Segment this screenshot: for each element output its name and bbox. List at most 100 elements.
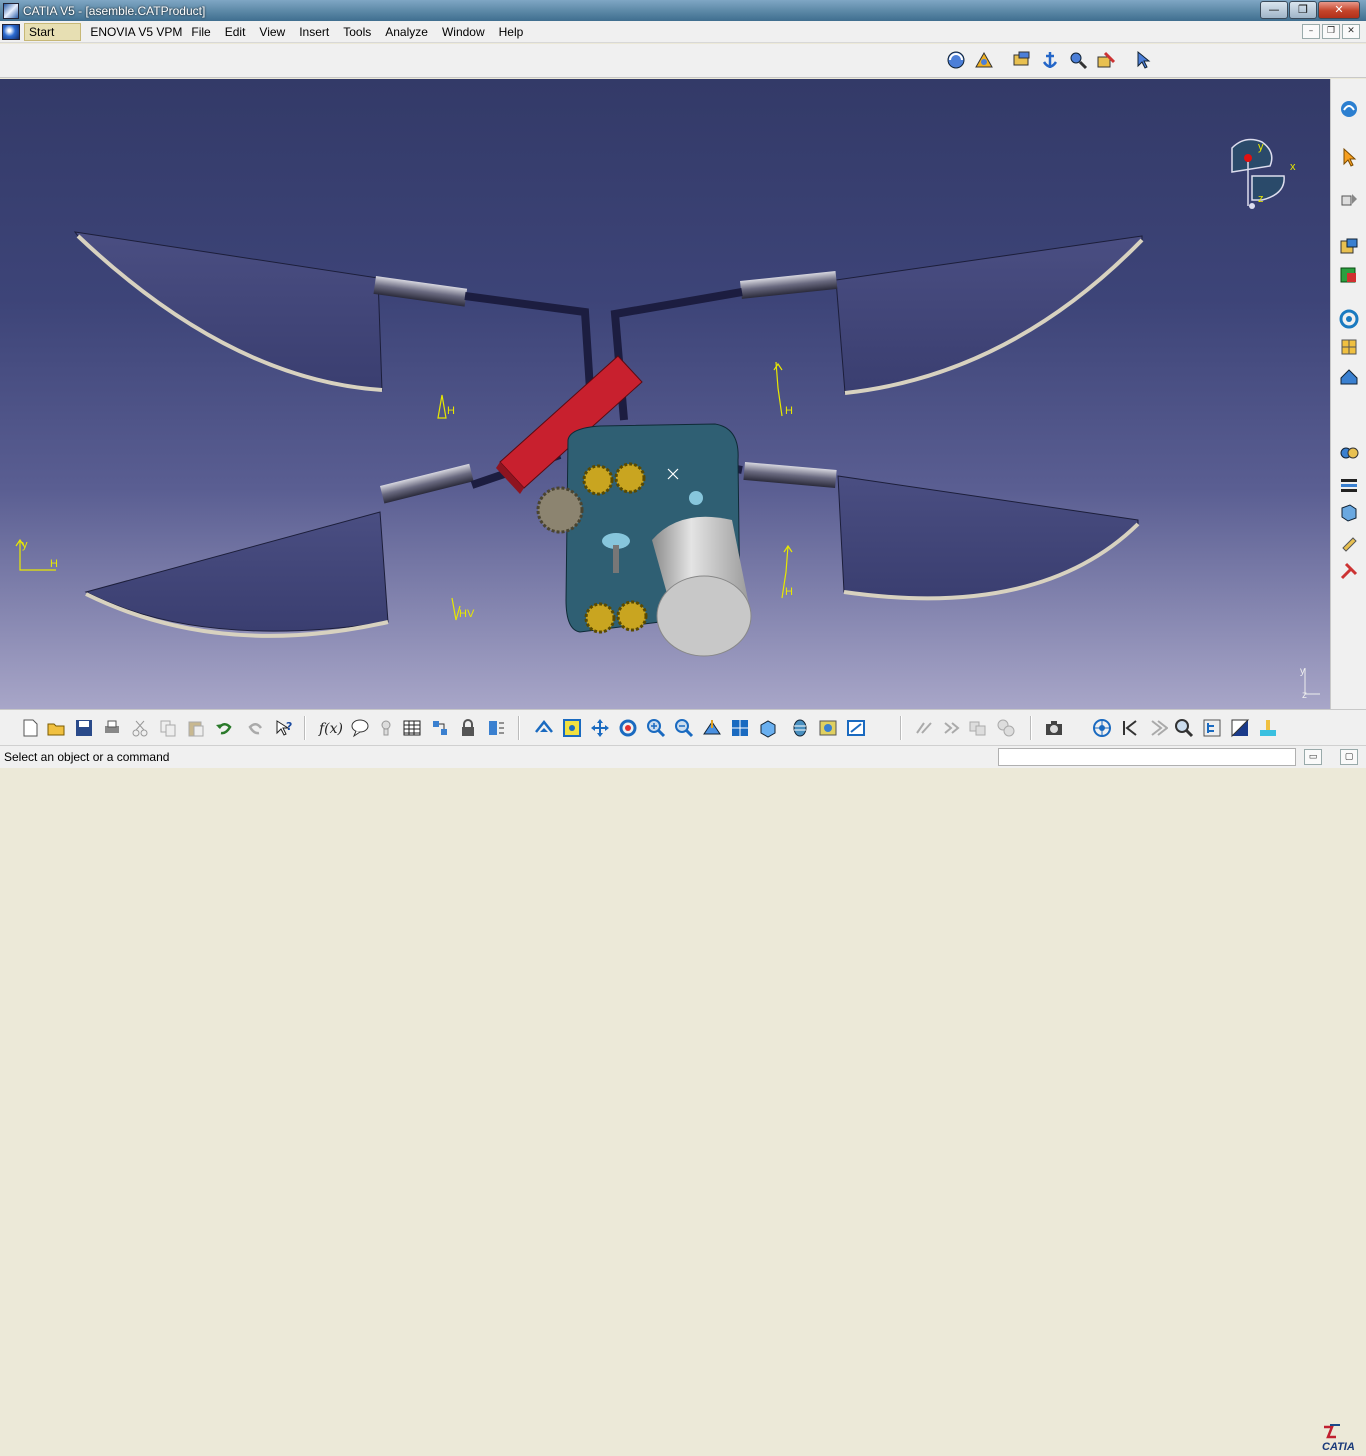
blade-upper-left xyxy=(73,231,468,392)
doc-close-button[interactable]: ✕ xyxy=(1342,24,1360,39)
gearbox-housing xyxy=(536,423,752,657)
existing-component-icon[interactable] xyxy=(1337,365,1361,389)
close-button[interactable]: ✕ xyxy=(1318,1,1360,19)
document-icon[interactable] xyxy=(2,23,20,40)
restore-button[interactable]: ❐ xyxy=(1289,1,1317,19)
product-structure-icon[interactable] xyxy=(1010,48,1034,72)
menu-insert[interactable]: Insert xyxy=(292,23,336,41)
svg-text:y: y xyxy=(1300,666,1305,677)
svg-text:H: H xyxy=(447,405,455,417)
explode-icon[interactable] xyxy=(1337,189,1361,213)
annotation-icon[interactable] xyxy=(1337,531,1361,555)
svg-text:CATIA: CATIA xyxy=(1322,1441,1355,1453)
analyze-icon[interactable] xyxy=(912,716,936,740)
menu-file[interactable]: File xyxy=(184,23,217,41)
table-icon[interactable] xyxy=(400,716,424,740)
window-title: CATIA V5 - [asemble.CATProduct] xyxy=(23,3,206,18)
menu-help[interactable]: Help xyxy=(492,23,531,41)
whats-this-icon[interactable]: ? xyxy=(272,716,296,740)
anchor-icon[interactable] xyxy=(1038,48,1062,72)
copy-icon[interactable] xyxy=(156,716,180,740)
status-maximize-button[interactable]: ▢ xyxy=(1340,749,1358,765)
color-icon[interactable] xyxy=(1228,716,1252,740)
measure-icon[interactable] xyxy=(1337,501,1361,525)
multi-view-icon[interactable] xyxy=(728,716,752,740)
iso-view-icon[interactable] xyxy=(756,716,780,740)
update-icon[interactable] xyxy=(484,716,508,740)
menu-edit[interactable]: Edit xyxy=(218,23,253,41)
doc-minimize-button[interactable]: – xyxy=(1302,24,1320,39)
reorder-icon[interactable] xyxy=(1337,307,1361,331)
select-icon[interactable] xyxy=(1132,48,1156,72)
normal-view-icon[interactable] xyxy=(700,716,724,740)
material-icon[interactable] xyxy=(1256,716,1280,740)
constraint-marker-4: HV xyxy=(451,597,475,621)
3d-assembly-scene[interactable]: H H H HV H y x y z y z xyxy=(0,79,1330,709)
hide-show-icon[interactable] xyxy=(816,716,840,740)
menu-window[interactable]: Window xyxy=(435,23,492,41)
next-icon[interactable] xyxy=(1146,716,1170,740)
previous-icon[interactable] xyxy=(1118,716,1142,740)
menu-tools[interactable]: Tools xyxy=(336,23,378,41)
fly-icon[interactable] xyxy=(972,48,996,72)
cut-icon[interactable] xyxy=(128,716,152,740)
axis-triad-bottom-right: y z xyxy=(1300,666,1320,701)
comment-icon[interactable] xyxy=(348,716,372,740)
product-icon[interactable] xyxy=(1337,335,1361,359)
lock-icon[interactable] xyxy=(456,716,480,740)
print-icon[interactable] xyxy=(100,716,124,740)
menu-view[interactable]: View xyxy=(252,23,292,41)
menu-analyze[interactable]: Analyze xyxy=(378,23,435,41)
manipulation-icon[interactable] xyxy=(1066,48,1090,72)
swap-space-icon[interactable] xyxy=(844,716,868,740)
doc-restore-button[interactable]: ❐ xyxy=(1322,24,1340,39)
section-icon[interactable] xyxy=(994,716,1018,740)
tools-icon[interactable] xyxy=(1337,559,1361,583)
catia-app-icon[interactable] xyxy=(3,2,19,19)
insert-component-icon[interactable] xyxy=(1337,235,1361,259)
menu-start[interactable]: Start xyxy=(24,22,82,41)
command-input[interactable] xyxy=(998,748,1296,766)
compass-icon[interactable]: x y z xyxy=(1231,138,1296,209)
select-arrow-icon[interactable] xyxy=(1337,145,1361,169)
paste-icon[interactable] xyxy=(184,716,208,740)
redo-icon[interactable] xyxy=(244,716,268,740)
pan-icon[interactable] xyxy=(588,716,612,740)
zoom-in-icon[interactable] xyxy=(644,716,668,740)
new-icon[interactable] xyxy=(18,716,42,740)
catalog-icon[interactable] xyxy=(1337,473,1361,497)
svg-text:z: z xyxy=(1258,193,1264,205)
knowledge-icon[interactable] xyxy=(374,716,398,740)
constraint-marker-1: H xyxy=(437,394,455,419)
save-icon[interactable] xyxy=(72,716,96,740)
compass-toggle-icon[interactable] xyxy=(1090,716,1114,740)
status-restore-button[interactable]: ▭ xyxy=(1304,749,1322,765)
open-icon[interactable] xyxy=(44,716,68,740)
blade-lower-right xyxy=(743,462,1140,601)
undo-icon[interactable] xyxy=(212,716,236,740)
constraint-icon[interactable] xyxy=(1337,441,1361,465)
menu-bar: Start ENOVIA V5 VPM File Edit View Inser… xyxy=(0,21,1366,43)
publish-icon[interactable] xyxy=(428,716,452,740)
formula-icon[interactable]: f(x) xyxy=(318,716,342,740)
3d-viewport[interactable]: H H H HV H y x y z y z xyxy=(0,79,1330,709)
render-style-icon[interactable] xyxy=(788,716,812,740)
sketcher-icon[interactable] xyxy=(1337,97,1361,121)
rotate-icon[interactable] xyxy=(944,48,968,72)
tree-icon[interactable] xyxy=(1200,716,1224,740)
search-icon[interactable] xyxy=(1172,716,1196,740)
fit-all-icon[interactable] xyxy=(560,716,584,740)
new-part-icon[interactable] xyxy=(1337,263,1361,287)
fly-mode-icon[interactable] xyxy=(532,716,556,740)
svg-text:y: y xyxy=(1258,141,1264,153)
catia-logo: CATIA xyxy=(1318,1423,1364,1453)
clash-icon[interactable] xyxy=(966,716,990,740)
menu-enovia[interactable]: ENOVIA V5 VPM xyxy=(83,23,184,41)
apply-icon[interactable] xyxy=(940,716,964,740)
minimize-button[interactable]: — xyxy=(1260,1,1288,19)
svg-text:f(x): f(x) xyxy=(318,721,342,737)
rotate-view-icon[interactable] xyxy=(616,716,640,740)
camera-icon[interactable] xyxy=(1042,716,1066,740)
snap-icon[interactable] xyxy=(1094,48,1118,72)
zoom-out-icon[interactable] xyxy=(672,716,696,740)
